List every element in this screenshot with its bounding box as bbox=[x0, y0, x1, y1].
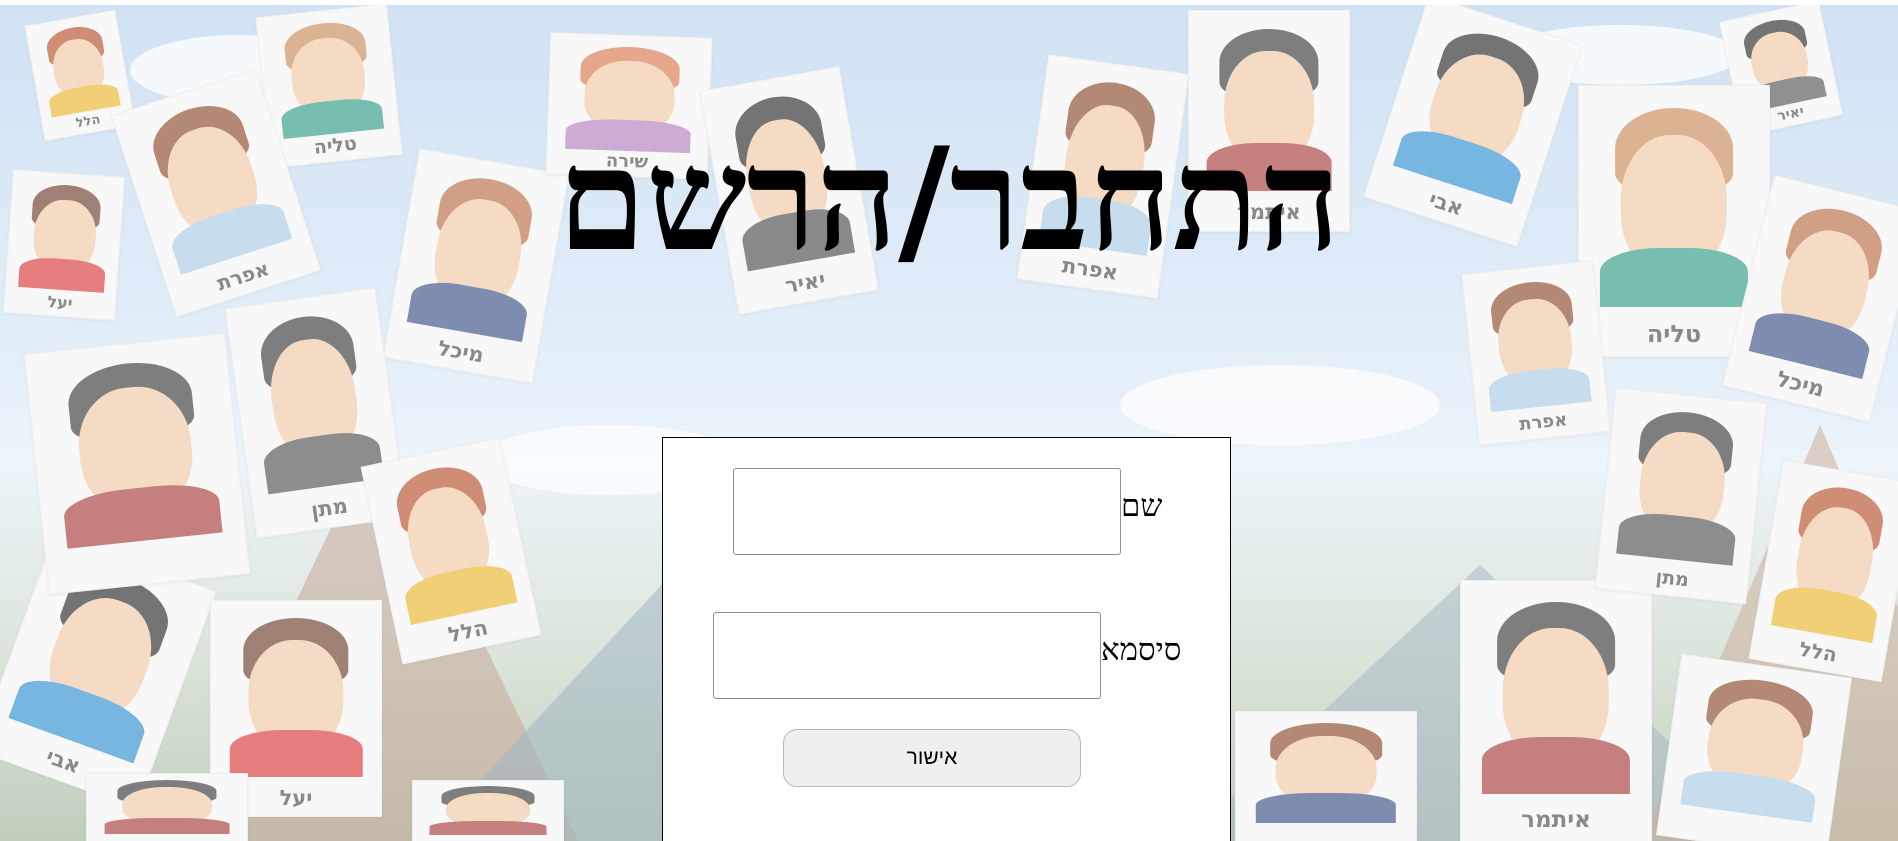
login-form: שם סיסמא אישור bbox=[662, 437, 1231, 841]
password-label: סיסמא bbox=[1101, 632, 1182, 668]
password-input[interactable] bbox=[713, 612, 1101, 699]
submit-button[interactable]: אישור bbox=[783, 729, 1081, 787]
login-page: הלל טליה יעל אפרת מיכל שירה יאיר אפרת איתמר אבי יא… bbox=[0, 0, 1898, 841]
name-input[interactable] bbox=[733, 468, 1121, 555]
name-label: שם bbox=[1121, 488, 1163, 524]
page-title: התחבר/הרשם bbox=[557, 117, 1341, 283]
